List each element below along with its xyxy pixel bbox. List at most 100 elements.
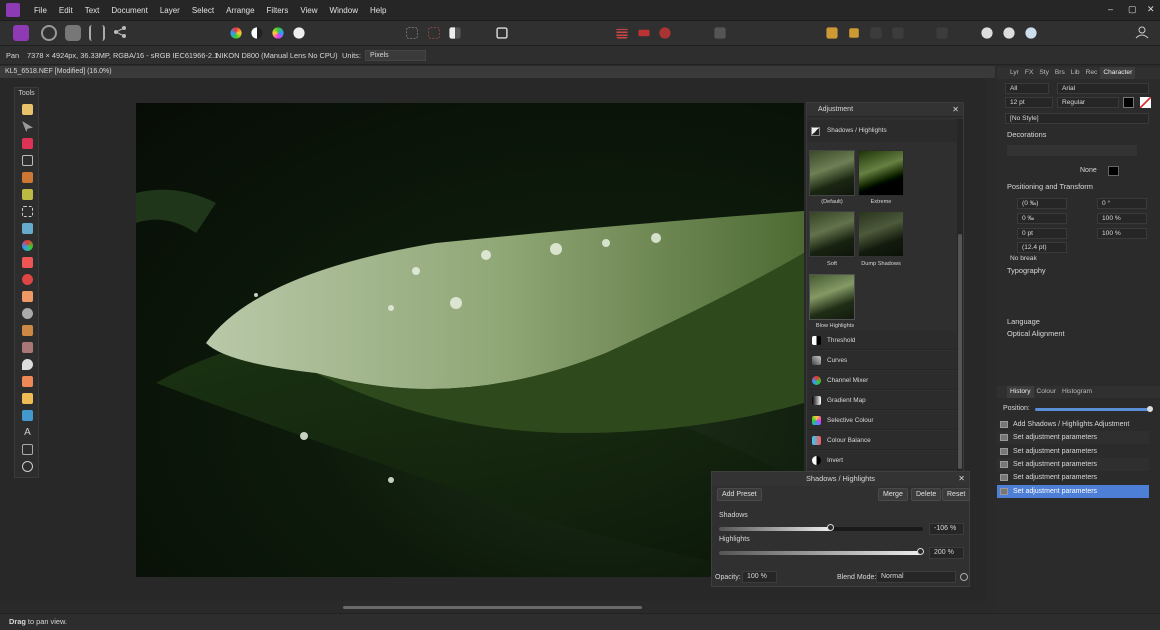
close-icon[interactable]: ✕ [958, 474, 965, 483]
tab-history[interactable]: History [1007, 386, 1034, 398]
assistant-icon[interactable] [638, 29, 650, 37]
marquee-select-icon[interactable] [406, 27, 418, 39]
auto-contrast-icon[interactable] [251, 27, 263, 39]
auto-white-balance-icon[interactable] [293, 27, 305, 39]
snapping-icon[interactable] [714, 27, 726, 39]
tab-fx[interactable]: FX [1022, 67, 1036, 79]
menu-file[interactable]: File [28, 0, 53, 21]
history-entry[interactable]: Set adjustment parameters [997, 484, 1149, 498]
photo-canvas[interactable] [136, 103, 804, 577]
menu-select[interactable]: Select [186, 0, 220, 21]
tab-colour[interactable]: Colour [1034, 386, 1059, 398]
font-size-field[interactable]: 12 pt [1005, 97, 1053, 108]
history-entry[interactable]: Add Shadows / Highlights Adjustment [997, 418, 1149, 431]
dodge-brush-icon[interactable] [22, 308, 33, 319]
menu-text[interactable]: Text [79, 0, 106, 21]
leading-field[interactable]: (12.4 pt) [1017, 242, 1067, 253]
history-entry[interactable]: Set adjustment parameters [997, 445, 1149, 458]
pan-tool-icon[interactable] [22, 104, 33, 115]
scroll-thumb[interactable] [343, 606, 642, 609]
decoration-colour-swatch[interactable] [1108, 166, 1119, 176]
horizontal-scale-field[interactable]: 100 % [1097, 213, 1147, 224]
auto-colours-icon[interactable] [272, 27, 284, 39]
font-family-dropdown[interactable]: Arial [1057, 83, 1149, 94]
selection-brush-icon[interactable] [22, 172, 33, 183]
typography-section-title[interactable]: Typography [1007, 266, 1046, 275]
adjustment-invert[interactable]: Invert [807, 451, 957, 470]
zoom-tool-icon[interactable] [22, 461, 33, 472]
text-tool-icon[interactable]: A [22, 427, 33, 438]
horizontal-scrollbar[interactable] [0, 601, 995, 613]
adjustment-colour-balance[interactable]: Colour Balance [807, 431, 957, 450]
menu-view[interactable]: View [294, 0, 323, 21]
distribute-icon[interactable] [892, 27, 904, 39]
history-slider-knob[interactable] [1147, 406, 1153, 412]
adjustment-selective-colour[interactable]: Selective Colour [807, 411, 957, 430]
font-weight-dropdown[interactable]: Regular [1057, 97, 1119, 108]
opacity-field[interactable]: 100 % [742, 571, 777, 583]
share-icon[interactable] [113, 25, 129, 41]
red-eye-icon[interactable] [22, 376, 33, 387]
optical-alignment-section-title[interactable]: Optical Alignment [1007, 329, 1065, 338]
layer-group-icon[interactable] [1003, 27, 1015, 39]
history-entry[interactable]: Set adjustment parameters [997, 457, 1149, 471]
maximize-button[interactable]: ▢ [1128, 4, 1137, 15]
inpainting-brush-icon[interactable] [22, 342, 33, 353]
marquee-tool-icon[interactable] [22, 206, 33, 217]
mode-icon[interactable] [616, 27, 628, 39]
adjustment-threshold[interactable]: Threshold [807, 331, 957, 350]
adjustment-scrollbar[interactable] [957, 119, 963, 471]
deselect-icon[interactable] [428, 27, 440, 39]
close-icon[interactable]: ✕ [952, 105, 959, 114]
delete-button[interactable]: Delete [911, 488, 942, 501]
align-icon[interactable] [870, 27, 882, 39]
tab-character[interactable]: Character [1100, 67, 1136, 79]
crop-tool-icon[interactable] [22, 155, 33, 166]
tab-record[interactable]: Rec [1083, 67, 1101, 79]
preset-header[interactable]: Shadows / Highlights [807, 120, 957, 142]
baseline-field[interactable]: 0 pt [1017, 228, 1067, 239]
mask-icon[interactable] [659, 27, 671, 39]
tab-layers[interactable]: Lyr [1007, 67, 1022, 79]
highlights-slider-knob[interactable] [916, 548, 924, 555]
auto-levels-icon[interactable] [230, 27, 242, 39]
decorations-section-title[interactable]: Decorations [1007, 130, 1046, 139]
shadows-slider[interactable] [719, 524, 923, 531]
invert-selection-icon[interactable] [449, 27, 461, 39]
colour-replacement-icon[interactable] [22, 274, 33, 285]
menu-help[interactable]: Help [364, 0, 392, 21]
flip-icon[interactable] [936, 27, 948, 39]
arrange-back-icon[interactable] [826, 27, 838, 39]
tab-histogram[interactable]: Histogram [1059, 386, 1095, 398]
text-stroke-swatch[interactable] [1140, 97, 1151, 108]
history-entry[interactable]: Set adjustment parameters [997, 431, 1149, 445]
add-preset-button[interactable]: Add Preset [717, 488, 762, 501]
text-style-dropdown[interactable]: [No Style] [1005, 113, 1149, 124]
highlights-slider[interactable] [719, 548, 924, 555]
units-dropdown[interactable]: Pixels [365, 50, 426, 61]
layer-add-icon[interactable] [981, 27, 993, 39]
quick-mask-icon[interactable] [496, 27, 508, 39]
shadows-value-field[interactable]: -106 % [929, 523, 964, 535]
text-fill-swatch[interactable] [1123, 97, 1134, 108]
minimize-button[interactable]: – [1108, 4, 1113, 14]
tracking-field[interactable]: (0 ‰) [1017, 198, 1067, 209]
reset-button[interactable]: Reset [942, 488, 971, 501]
user-icon[interactable] [1135, 25, 1151, 41]
kerning-field[interactable]: 0 ‰ [1017, 213, 1067, 224]
liquify-persona-icon[interactable] [41, 25, 57, 41]
adjustment-gradient-map[interactable]: Gradient Map [807, 391, 957, 410]
colour-picker-icon[interactable] [22, 138, 33, 149]
mesh-warp-icon[interactable] [22, 444, 33, 455]
character-scope-dropdown[interactable]: All [1005, 83, 1049, 94]
develop-persona-icon[interactable] [65, 25, 81, 41]
vertical-scrollbar[interactable] [986, 78, 995, 601]
tone-mapping-persona-icon[interactable] [89, 25, 105, 41]
decoration-buttons[interactable] [1007, 145, 1137, 156]
document-tab[interactable]: KL5_6518.NEF [Modified] (16.0%) [0, 66, 995, 78]
flood-select-icon[interactable] [22, 189, 33, 200]
menu-window[interactable]: Window [324, 0, 364, 21]
app-logo-icon[interactable] [6, 3, 20, 17]
history-position-slider[interactable] [1035, 406, 1153, 412]
erase-brush-icon[interactable] [22, 291, 33, 302]
